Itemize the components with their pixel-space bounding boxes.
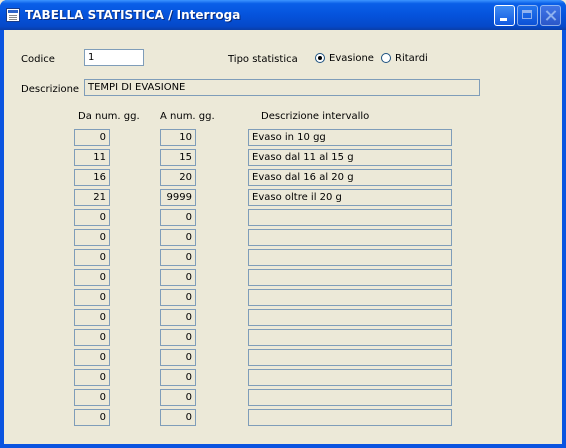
codice-field[interactable]: 1 (84, 49, 144, 66)
a-gg-field[interactable]: 0 (160, 249, 196, 266)
codice-label: Codice (21, 54, 55, 65)
a-gg-field[interactable]: 0 (160, 269, 196, 286)
app-icon (6, 8, 20, 22)
descrizione-intervallo-field[interactable]: Evaso dal 11 al 15 g (248, 149, 452, 166)
descrizione-intervallo-field[interactable] (248, 349, 452, 366)
da-gg-field[interactable]: 0 (74, 209, 110, 226)
ritardi-label[interactable]: Ritardi (395, 53, 428, 64)
evasione-radio[interactable] (315, 53, 325, 63)
da-gg-field[interactable]: 21 (74, 189, 110, 206)
a-gg-field[interactable]: 15 (160, 149, 196, 166)
col-header-a: A num. gg. (160, 111, 215, 122)
minimize-button[interactable] (494, 5, 515, 26)
a-gg-field[interactable]: 0 (160, 289, 196, 306)
descrizione-intervallo-field[interactable] (248, 229, 452, 246)
da-gg-field[interactable]: 0 (74, 389, 110, 406)
da-gg-field[interactable]: 0 (74, 369, 110, 386)
col-header-descrizione: Descrizione intervallo (261, 111, 370, 122)
da-gg-field[interactable]: 0 (74, 269, 110, 286)
a-gg-field[interactable]: 0 (160, 229, 196, 246)
descrizione-intervallo-field[interactable] (248, 369, 452, 386)
descrizione-label: Descrizione (21, 84, 80, 95)
da-gg-field[interactable]: 0 (74, 249, 110, 266)
a-gg-field[interactable]: 0 (160, 349, 196, 366)
descrizione-intervallo-field[interactable] (248, 269, 452, 286)
da-gg-field[interactable]: 0 (74, 129, 110, 146)
a-gg-field[interactable]: 0 (160, 389, 196, 406)
app-window: TABELLA STATISTICA / Interroga Codice 1 … (0, 0, 566, 448)
a-gg-field[interactable]: 9999 (160, 189, 196, 206)
descrizione-intervallo-field[interactable]: Evaso oltre il 20 g (248, 189, 452, 206)
col-header-da: Da num. gg. (78, 111, 140, 122)
descrizione-intervallo-field[interactable] (248, 249, 452, 266)
a-gg-field[interactable]: 0 (160, 329, 196, 346)
a-gg-field[interactable]: 0 (160, 369, 196, 386)
descrizione-intervallo-field[interactable]: Evaso in 10 gg (248, 129, 452, 146)
da-gg-field[interactable]: 0 (74, 309, 110, 326)
descrizione-intervallo-field[interactable] (248, 309, 452, 326)
da-gg-field[interactable]: 0 (74, 349, 110, 366)
title-bar[interactable]: TABELLA STATISTICA / Interroga (0, 0, 566, 30)
descrizione-intervallo-field[interactable] (248, 289, 452, 306)
da-gg-field[interactable]: 16 (74, 169, 110, 186)
descrizione-intervallo-field[interactable] (248, 409, 452, 426)
close-button (540, 5, 561, 26)
maximize-button (517, 5, 538, 26)
descrizione-intervallo-field[interactable] (248, 329, 452, 346)
tipo-statistica-label: Tipo statistica (228, 54, 298, 65)
window-title: TABELLA STATISTICA / Interroga (25, 8, 241, 22)
da-gg-field[interactable]: 0 (74, 289, 110, 306)
a-gg-field[interactable]: 0 (160, 409, 196, 426)
a-gg-field[interactable]: 0 (160, 309, 196, 326)
da-gg-field[interactable]: 11 (74, 149, 110, 166)
descrizione-intervallo-field[interactable] (248, 209, 452, 226)
descrizione-intervallo-field[interactable]: Evaso dal 16 al 20 g (248, 169, 452, 186)
da-gg-field[interactable]: 0 (74, 409, 110, 426)
evasione-label[interactable]: Evasione (329, 53, 374, 64)
ritardi-radio[interactable] (381, 53, 391, 63)
descrizione-intervallo-field[interactable] (248, 389, 452, 406)
a-gg-field[interactable]: 10 (160, 129, 196, 146)
form-area: Codice 1 Tipo statistica Evasione Ritard… (4, 30, 562, 444)
descrizione-field[interactable]: TEMPI DI EVASIONE (84, 79, 480, 96)
da-gg-field[interactable]: 0 (74, 329, 110, 346)
da-gg-field[interactable]: 0 (74, 229, 110, 246)
a-gg-field[interactable]: 0 (160, 209, 196, 226)
a-gg-field[interactable]: 20 (160, 169, 196, 186)
